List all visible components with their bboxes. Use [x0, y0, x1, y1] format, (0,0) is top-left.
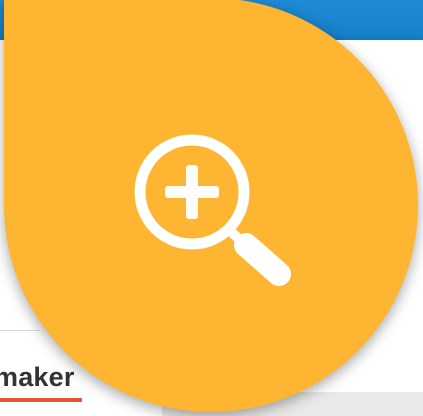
zoom-in-icon	[134, 134, 291, 286]
divider	[0, 330, 40, 331]
zoom-in-button[interactable]	[4, 0, 418, 412]
page-title: maker	[0, 362, 75, 392]
title-underline	[0, 398, 82, 402]
screenshot-stage: maker	[0, 0, 423, 416]
